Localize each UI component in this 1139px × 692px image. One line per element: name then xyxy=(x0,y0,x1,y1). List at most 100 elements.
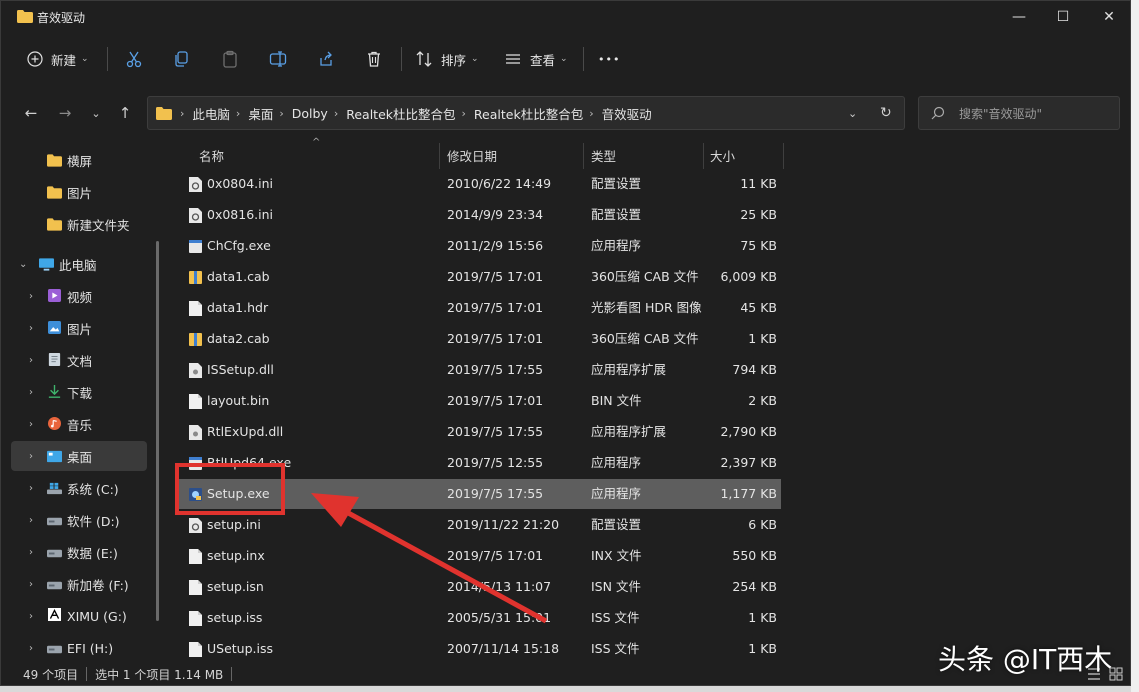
sidebar-item-label: 横屏 xyxy=(67,153,93,169)
chevron-right-icon[interactable]: › xyxy=(29,451,39,462)
chevron-right-icon[interactable]: › xyxy=(29,515,39,526)
sort-button[interactable]: 排序 ⌄ xyxy=(415,45,479,73)
sidebar-item-drive-f[interactable]: › 新加卷 (F:) xyxy=(11,569,147,599)
file-row[interactable]: ISSetup.dll 2019/7/5 17:55 应用程序扩展 794 KB xyxy=(179,355,781,385)
file-type: ISS 文件 xyxy=(591,641,640,656)
sidebar-item-videos[interactable]: › 视频 xyxy=(11,281,147,311)
new-button[interactable]: 新建 ⌄ xyxy=(27,45,89,73)
share-button[interactable] xyxy=(317,45,335,73)
cut-button[interactable] xyxy=(125,45,143,73)
column-divider[interactable] xyxy=(783,143,784,169)
column-divider[interactable] xyxy=(439,143,440,169)
breadcrumb-desktop[interactable]: 桌面 xyxy=(248,104,273,123)
recent-locations-button[interactable]: ⌄ xyxy=(84,101,108,125)
sidebar-item-drive-h[interactable]: › EFI (H:) xyxy=(11,633,147,663)
sidebar-item-pictures[interactable]: › 图片 xyxy=(11,313,147,343)
sidebar-item-downloads[interactable]: › 下载 xyxy=(11,377,147,407)
sidebar-item-new-folder[interactable]: 新建文件夹 xyxy=(11,209,147,239)
sidebar-item-label: 桌面 xyxy=(67,449,93,465)
up-button[interactable]: ↑ xyxy=(113,101,137,125)
refresh-icon[interactable]: ↻ xyxy=(880,105,892,121)
address-history-button[interactable]: ⌄ xyxy=(848,107,857,120)
folder-icon xyxy=(47,218,62,231)
file-name: 0x0816.ini xyxy=(207,207,274,222)
file-size: 550 KB xyxy=(732,548,777,563)
file-name: setup.isn xyxy=(207,579,264,594)
breadcrumb-realtek-1[interactable]: Realtek杜比整合包 xyxy=(346,104,455,123)
chevron-right-icon[interactable]: › xyxy=(29,579,39,590)
file-row[interactable]: data1.cab 2019/7/5 17:01 360压缩 CAB 文件 6,009… xyxy=(179,262,781,292)
back-button[interactable]: ← xyxy=(19,101,43,125)
selection-info: 选中 1 个项目 1.14 MB xyxy=(95,667,224,682)
search-input[interactable]: 搜索"音效驱动" xyxy=(918,96,1120,130)
more-options-button[interactable]: ••• xyxy=(598,45,620,73)
sidebar-scrollbar[interactable] xyxy=(156,241,159,621)
column-header-type[interactable]: 类型 xyxy=(591,141,616,169)
toolbar-divider xyxy=(107,47,108,71)
chevron-right-icon[interactable]: › xyxy=(29,611,39,622)
column-divider[interactable] xyxy=(703,143,704,169)
file-date: 2007/11/14 15:18 xyxy=(447,641,560,656)
chevron-right-icon[interactable]: › xyxy=(29,323,39,334)
chevron-down-icon[interactable]: ⌄ xyxy=(19,259,29,270)
close-button[interactable]: ✕ xyxy=(1086,1,1132,33)
file-row[interactable]: layout.bin 2019/7/5 17:01 BIN 文件 2 KB xyxy=(179,386,781,416)
minimize-button[interactable]: — xyxy=(996,1,1042,33)
file-type: INX 文件 xyxy=(591,548,642,563)
column-header-date[interactable]: 修改日期 xyxy=(447,141,497,169)
file-type: 360压缩 CAB 文件 xyxy=(591,331,699,346)
file-row[interactable]: data2.cab 2019/7/5 17:01 360压缩 CAB 文件 1 KB xyxy=(179,324,781,354)
column-header-size[interactable]: 大小 xyxy=(710,141,735,169)
breadcrumb-current[interactable]: 音效驱动 xyxy=(602,104,652,123)
rename-button[interactable] xyxy=(269,45,287,73)
file-row[interactable]: data1.hdr 2019/7/5 17:01 光影看图 HDR 图像 45 KB xyxy=(179,293,781,323)
drive-icon xyxy=(47,581,62,590)
file-row[interactable]: USetup.iss 2007/11/14 15:18 ISS 文件 1 KB xyxy=(179,634,781,664)
sidebar-item-this-pc[interactable]: ⌄ 此电脑 xyxy=(11,249,147,279)
sidebar-item-documents[interactable]: › 文档 xyxy=(11,345,147,375)
column-divider[interactable] xyxy=(583,143,584,169)
sidebar-item-music[interactable]: › 音乐 xyxy=(11,409,147,439)
chevron-right-icon[interactable]: › xyxy=(29,483,39,494)
file-row[interactable]: ChCfg.exe 2011/2/9 15:56 应用程序 75 KB xyxy=(179,231,781,261)
view-button[interactable]: 查看 ⌄ xyxy=(504,45,568,73)
file-row[interactable]: 0x0816.ini 2014/9/9 23:34 配置设置 25 KB xyxy=(179,200,781,230)
file-type: ISS 文件 xyxy=(591,610,640,625)
address-bar[interactable]: › 此电脑 › 桌面 › Dolby › Realtek杜比整合包 › Real… xyxy=(147,96,905,130)
sidebar-item-drive-g[interactable]: › XIMU (G:) xyxy=(11,601,147,631)
chevron-right-icon[interactable]: › xyxy=(29,387,39,398)
sidebar-item-drive-e[interactable]: › 数据 (E:) xyxy=(11,537,147,567)
sort-icon xyxy=(416,51,432,67)
file-type: 光影看图 HDR 图像 xyxy=(591,300,702,315)
chevron-right-icon[interactable]: › xyxy=(29,419,39,430)
paste-button[interactable] xyxy=(221,45,239,73)
chevron-right-icon[interactable]: › xyxy=(29,547,39,558)
sidebar-item-drive-d[interactable]: › 软件 (D:) xyxy=(11,505,147,535)
breadcrumb-this-pc[interactable]: 此电脑 xyxy=(192,104,230,123)
file-row[interactable]: 0x0804.ini 2010/6/22 14:49 配置设置 11 KB xyxy=(179,169,781,199)
column-header-name[interactable]: 名称 xyxy=(199,141,224,169)
breadcrumb-realtek-2[interactable]: Realtek杜比整合包 xyxy=(474,104,583,123)
chevron-right-icon: › xyxy=(461,106,466,120)
drive-icon xyxy=(47,645,62,654)
chevron-right-icon[interactable]: › xyxy=(29,355,39,366)
delete-button[interactable] xyxy=(365,45,383,73)
copy-button[interactable] xyxy=(173,45,191,73)
file-icon xyxy=(189,549,202,564)
file-size: 6,009 KB xyxy=(720,269,777,284)
file-size: 1,177 KB xyxy=(720,486,777,501)
sidebar-item-desktop[interactable]: › 桌面 xyxy=(11,441,147,471)
file-row[interactable]: RtlExUpd.dll 2019/7/5 17:55 应用程序扩展 2,790 KB xyxy=(179,417,781,447)
sidebar-item-landscape[interactable]: 横屏 xyxy=(11,145,147,175)
breadcrumb-dolby[interactable]: Dolby xyxy=(292,106,328,121)
music-icon xyxy=(48,417,61,430)
chevron-right-icon[interactable]: › xyxy=(29,291,39,302)
status-divider xyxy=(86,667,88,681)
maximize-button[interactable]: ☐ xyxy=(1040,1,1086,33)
chevron-right-icon[interactable]: › xyxy=(29,643,39,654)
sidebar-item-drive-c[interactable]: › 系统 (C:) xyxy=(11,473,147,503)
red-arrow-annotation xyxy=(311,493,548,624)
sidebar-item-pictures-folder[interactable]: 图片 xyxy=(11,177,147,207)
forward-button[interactable]: → xyxy=(53,101,77,125)
share-icon xyxy=(320,51,332,66)
